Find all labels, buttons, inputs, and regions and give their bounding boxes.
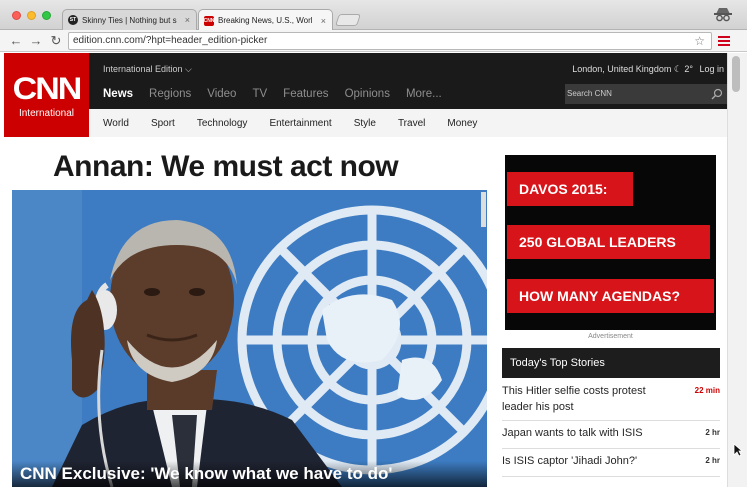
tab-title: Skinny Ties | Nothing but s — [82, 15, 177, 25]
advertisement-label: Advertisement — [588, 333, 633, 340]
close-window-button[interactable] — [12, 11, 21, 20]
bookmark-star-icon[interactable]: ☆ — [694, 33, 705, 49]
search-placeholder: Search CNN — [567, 89, 612, 98]
nav-item-video[interactable]: Video — [207, 88, 236, 100]
scrollbar-thumb[interactable] — [732, 56, 740, 92]
cnn-header: CNN International International Edition … — [4, 53, 727, 137]
incognito-user-icon[interactable] — [713, 6, 733, 24]
address-bar[interactable]: edition.cnn.com/?hpt=header_edition-pick… — [68, 32, 712, 50]
login-link[interactable]: Log in — [699, 64, 724, 74]
story-timestamp: 2 hr — [705, 428, 720, 437]
story-title[interactable]: Japan wants to talk with ISIS — [502, 425, 677, 441]
ad-line: 250 GLOBAL LEADERS — [507, 225, 710, 259]
forward-icon[interactable]: → — [28, 33, 44, 49]
hero-photo — [12, 190, 487, 487]
nav-item-more[interactable]: More... — [406, 88, 442, 100]
edition-picker[interactable]: International Edition ⌵ — [103, 64, 192, 75]
tab-close-icon[interactable]: × — [185, 15, 190, 25]
main-headline[interactable]: Annan: We must act now — [53, 150, 399, 184]
reload-icon[interactable]: ↻ — [48, 33, 64, 49]
mouse-cursor-icon — [733, 443, 743, 457]
cnn-logo[interactable]: CNN International — [4, 53, 89, 137]
subnav-item-travel[interactable]: Travel — [398, 118, 425, 129]
story-title[interactable]: This Hitler selfie costs protest leader … — [502, 383, 677, 415]
skinny-ties-favicon-icon: ST — [68, 15, 78, 25]
ad-line: HOW MANY AGENDAS? — [507, 279, 714, 313]
logo-wordmark: CNN — [12, 71, 83, 106]
minimize-window-button[interactable] — [27, 11, 36, 20]
weather-location[interactable]: London, United Kingdom ☾ 2° — [572, 64, 693, 75]
subnav-item-technology[interactable]: Technology — [197, 118, 248, 129]
tab-close-icon[interactable]: × — [321, 16, 326, 26]
nav-item-tv[interactable]: TV — [252, 88, 267, 100]
nav-item-regions[interactable]: Regions — [149, 88, 191, 100]
photo-credit — [481, 192, 486, 227]
logo-subtitle: International — [18, 107, 75, 119]
subnav-item-entertainment[interactable]: Entertainment — [269, 118, 331, 129]
nav-item-news[interactable]: News — [103, 88, 133, 100]
browser-toolbar: ← → ↻ edition.cnn.com/?hpt=header_editio… — [0, 30, 747, 52]
browser-menu-icon[interactable] — [718, 34, 730, 48]
subnav-item-sport[interactable]: Sport — [151, 118, 175, 129]
nav-item-features[interactable]: Features — [283, 88, 328, 100]
zoom-window-button[interactable] — [42, 11, 51, 20]
subnav-item-money[interactable]: Money — [447, 118, 477, 129]
cnn-favicon-icon: CNN — [203, 15, 215, 26]
story-timestamp: 22 min — [694, 386, 720, 395]
tab-strip: ST Skinny Ties | Nothing but s × CNN Bre… — [0, 0, 747, 31]
top-story-item[interactable]: This Hitler selfie costs protest leader … — [502, 383, 720, 421]
search-icon[interactable] — [711, 88, 723, 100]
primary-nav: News Regions Video TV Features Opinions … — [103, 88, 458, 100]
top-stories-header: Today's Top Stories — [502, 348, 720, 378]
hero-image[interactable]: CNN Exclusive: 'We know what we have to … — [12, 190, 487, 487]
top-story-item[interactable]: Japan wants to talk with ISIS 2 hr — [502, 425, 720, 449]
secondary-nav: World Sport Technology Entertainment Sty… — [89, 109, 727, 137]
browser-window: ST Skinny Ties | Nothing but s × CNN Bre… — [0, 0, 747, 487]
advertisement-banner[interactable]: DAVOS 2015: 250 GLOBAL LEADERS HOW MANY … — [505, 155, 716, 330]
subnav-item-world[interactable]: World — [103, 118, 129, 129]
search-input[interactable]: Search CNN — [565, 84, 727, 104]
top-story-item[interactable]: Is ISIS captor 'Jihadi John?' 2 hr — [502, 453, 720, 477]
story-timestamp: 2 hr — [705, 456, 720, 465]
hero-caption[interactable]: CNN Exclusive: 'We know what we have to … — [12, 461, 487, 487]
subnav-item-style[interactable]: Style — [354, 118, 376, 129]
new-tab-button[interactable] — [335, 14, 361, 26]
tab-title: Breaking News, U.S., Worl — [218, 16, 313, 25]
nav-item-opinions[interactable]: Opinions — [345, 88, 390, 100]
browser-tab-skinny-ties[interactable]: ST Skinny Ties | Nothing but s × — [62, 9, 197, 30]
browser-tab-cnn[interactable]: CNN Breaking News, U.S., Worl × — [198, 9, 333, 31]
page-scrollbar[interactable] — [727, 53, 747, 487]
back-icon[interactable]: ← — [8, 33, 24, 49]
story-title[interactable]: Is ISIS captor 'Jihadi John?' — [502, 453, 677, 469]
ad-line: DAVOS 2015: — [507, 172, 633, 206]
address-bar-url: edition.cnn.com/?hpt=header_edition-pick… — [73, 35, 268, 46]
